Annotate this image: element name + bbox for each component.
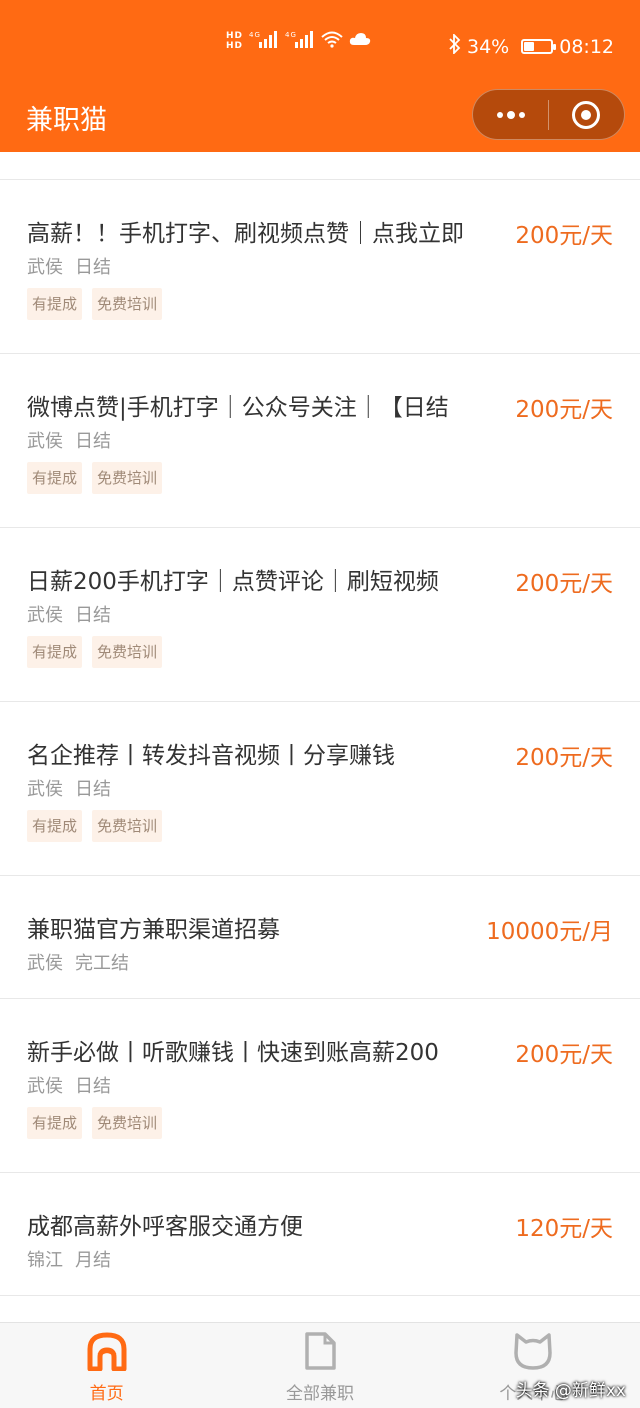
job-salary: 200元/天 <box>515 745 613 771</box>
tab-all-jobs[interactable]: 全部兼职 <box>213 1323 426 1408</box>
job-list-item[interactable]: 成都高薪外呼客服交通方便 120元/天锦江 月结 <box>0 1173 640 1296</box>
job-salary: 200元/天 <box>515 571 613 597</box>
cloud-icon <box>349 31 371 51</box>
job-meta: 武侯 日结 <box>27 253 111 279</box>
job-title: 成都高薪外呼客服交通方便 <box>27 1214 303 1240</box>
job-tag: 免费培训 <box>92 810 163 842</box>
job-tag: 有提成 <box>27 462 83 494</box>
job-title: 日薪200手机打字｜点赞评论｜刷短视频 <box>27 569 439 595</box>
close-miniprogram-button[interactable] <box>549 89 624 140</box>
job-tags: 有提成 免费培训 <box>27 1107 163 1139</box>
bluetooth-icon <box>449 32 461 59</box>
net-label: 4G <box>285 31 297 39</box>
list-top-divider <box>0 152 640 180</box>
job-settlement: 日结 <box>75 431 111 452</box>
home-icon <box>86 1331 128 1375</box>
hd-badge: HD <box>226 31 244 41</box>
job-tags: 有提成 免费培训 <box>27 288 163 320</box>
page-title: 兼职猫 <box>26 105 107 136</box>
tab-label: 首页 <box>89 1384 124 1404</box>
header: HD HD 4G 4G 34% 08:12 兼职猫 <box>0 0 640 152</box>
job-meta: 武侯 完工结 <box>27 949 129 975</box>
target-icon <box>572 100 601 129</box>
cat-icon <box>512 1331 554 1375</box>
job-tag: 有提成 <box>27 636 83 668</box>
job-tag: 有提成 <box>27 810 83 842</box>
network-status: HD HD 4G 4G <box>226 30 371 52</box>
job-title: 名企推荐丨转发抖音视频丨分享赚钱 <box>27 743 395 769</box>
job-meta: 武侯 日结 <box>27 601 111 627</box>
job-tag: 有提成 <box>27 1107 83 1139</box>
job-location: 武侯 <box>27 1076 63 1097</box>
job-location: 武侯 <box>27 779 63 800</box>
job-tags: 有提成 免费培训 <box>27 462 163 494</box>
job-title: 兼职猫官方兼职渠道招募 <box>27 917 280 943</box>
job-settlement: 日结 <box>75 1076 111 1097</box>
job-settlement: 日结 <box>75 779 111 800</box>
wifi-icon <box>321 30 343 52</box>
status-bar: HD HD 4G 4G 34% 08:12 <box>0 0 640 88</box>
job-salary: 10000元/月 <box>486 919 613 945</box>
more-dots-icon <box>496 110 525 119</box>
job-list-item[interactable]: 日薪200手机打字｜点赞评论｜刷短视频 200元/天武侯 日结有提成 免费培训 <box>0 528 640 702</box>
miniprogram-capsule <box>472 89 625 140</box>
tab-label: 全部兼职 <box>285 1384 354 1404</box>
battery-icon <box>521 39 557 54</box>
job-title: 微博点赞|手机打字｜公众号关注｜【日结 <box>27 395 449 421</box>
battery-percent: 34% <box>467 35 510 58</box>
job-meta: 武侯 日结 <box>27 427 111 453</box>
job-title: 新手必做丨听歌赚钱丨快速到账高薪200 <box>27 1040 439 1066</box>
tab-home[interactable]: 首页 <box>0 1323 213 1408</box>
job-list-item[interactable]: 名企推荐丨转发抖音视频丨分享赚钱 200元/天武侯 日结有提成 免费培训 <box>0 702 640 876</box>
job-list-item[interactable]: 新手必做丨听歌赚钱丨快速到账高薪200 200元/天武侯 日结有提成 免费培训 <box>0 999 640 1173</box>
job-settlement: 日结 <box>75 605 111 626</box>
job-list-item[interactable]: 微博点赞|手机打字｜公众号关注｜【日结 200元/天武侯 日结有提成 免费培训 <box>0 354 640 528</box>
document-icon <box>299 1331 341 1375</box>
signal-icon: 4G <box>285 30 315 52</box>
job-meta: 锦江 月结 <box>27 1246 111 1272</box>
job-title: 高薪！！手机打字、刷视频点赞｜点我立即 <box>27 221 464 247</box>
job-salary: 200元/天 <box>515 223 613 249</box>
signal-icon: 4G <box>249 30 279 52</box>
job-settlement: 日结 <box>75 257 111 278</box>
clock: 08:12 <box>559 35 614 58</box>
more-button[interactable] <box>473 89 548 140</box>
job-location: 武侯 <box>27 953 63 974</box>
job-settlement: 月结 <box>75 1250 111 1271</box>
job-tag: 有提成 <box>27 288 83 320</box>
job-tag: 免费培训 <box>92 462 163 494</box>
net-label: 4G <box>249 31 261 39</box>
job-meta: 武侯 日结 <box>27 1072 111 1098</box>
job-salary: 120元/天 <box>515 1216 613 1242</box>
job-tag: 免费培训 <box>92 1107 163 1139</box>
watermark: 头条 @新鲜xx <box>515 1381 626 1401</box>
job-salary: 200元/天 <box>515 1042 613 1068</box>
job-list-item[interactable]: 兼职猫官方兼职渠道招募 10000元/月武侯 完工结 <box>0 876 640 999</box>
status-right: 34% 08:12 <box>449 32 614 59</box>
job-salary: 200元/天 <box>515 397 613 423</box>
hd-badge: HD <box>226 41 244 51</box>
job-tag: 免费培训 <box>92 288 163 320</box>
job-tags: 有提成 免费培训 <box>27 810 163 842</box>
job-tags: 有提成 免费培训 <box>27 636 163 668</box>
job-location: 锦江 <box>27 1250 63 1271</box>
job-location: 武侯 <box>27 605 63 626</box>
job-tag: 免费培训 <box>92 636 163 668</box>
job-location: 武侯 <box>27 257 63 278</box>
job-location: 武侯 <box>27 431 63 452</box>
job-meta: 武侯 日结 <box>27 775 111 801</box>
job-settlement: 完工结 <box>75 953 129 974</box>
job-list: 高薪！！手机打字、刷视频点赞｜点我立即 200元/天 武侯 日结 有提成 免费培训 微博点赞… <box>0 152 640 1326</box>
job-list-item[interactable]: 高薪！！手机打字、刷视频点赞｜点我立即 200元/天武侯 日结有提成 免费培训 <box>0 180 640 354</box>
